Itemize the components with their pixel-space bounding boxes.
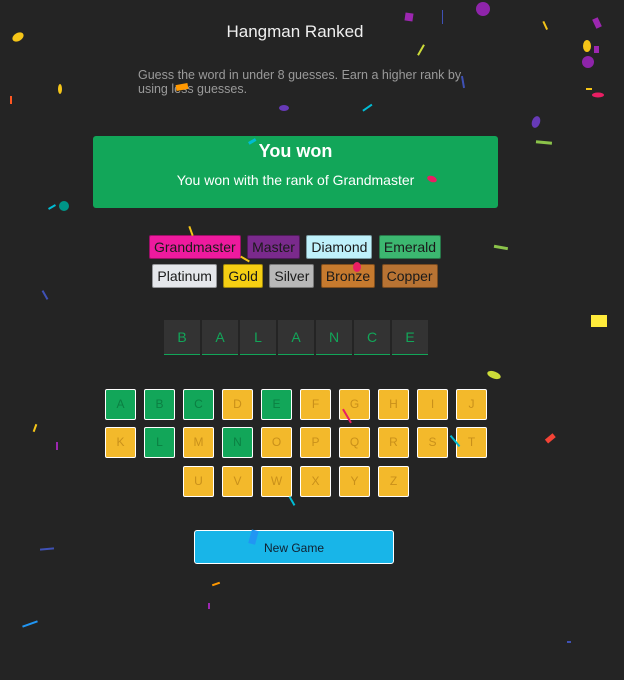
game-page: Hangman Ranked Guess the word in under 8… [0,0,624,680]
confetti-piece [208,603,210,609]
rank-badge: Bronze [320,264,376,288]
confetti-piece [59,201,69,211]
key-r[interactable]: R [378,427,409,458]
page-title: Hangman Ranked [226,22,364,41]
confetti-piece [22,620,38,628]
confetti-piece [591,315,607,327]
key-g[interactable]: G [339,389,370,420]
rank-badge: Emerald [378,235,442,259]
key-p[interactable]: P [300,427,331,458]
confetti-piece [487,370,501,380]
rank-badge: Gold [223,264,263,288]
confetti-piece [48,204,56,210]
word-letter: N [316,320,352,355]
confetti-piece [39,547,55,551]
key-l[interactable]: L [144,427,175,458]
rank-badge: Copper [381,264,438,288]
keyboard-row-2: K L M N O P Q R S T [105,427,495,458]
key-e[interactable]: E [261,389,292,420]
word-display: B A L A N C E [164,320,430,355]
confetti-piece [531,116,541,128]
new-game-button[interactable]: New Game [194,530,394,564]
key-f[interactable]: F [300,389,331,420]
word-letter: E [392,320,428,355]
rank-badge: Master [247,235,300,259]
rank-list-row-1: Grandmaster Master Diamond Emerald [0,235,590,259]
confetti-piece [567,641,571,643]
rank-badge: Silver [269,264,315,288]
confetti-piece [279,105,289,111]
key-a[interactable]: A [105,389,136,420]
key-t[interactable]: T [456,427,487,458]
key-v[interactable]: V [222,466,253,497]
key-z[interactable]: Z [378,466,409,497]
confetti-piece [476,2,490,16]
confetti-piece [544,433,556,444]
rank-list-row-2: Platinum Gold Silver Bronze Copper [0,264,590,288]
confetti-piece [586,88,592,90]
key-x[interactable]: X [300,466,331,497]
word-letter: A [278,320,314,355]
confetti-piece [404,12,414,22]
word-letter: A [202,320,238,355]
key-k[interactable]: K [105,427,136,458]
rank-badge: Grandmaster [148,235,241,259]
keyboard-row-1: A B C D E F G H I J [105,389,495,420]
confetti-piece [10,96,12,104]
key-s[interactable]: S [417,427,448,458]
confetti-piece [41,290,49,300]
confetti-piece [56,442,58,450]
key-h[interactable]: H [378,389,409,420]
keyboard-row-3: U V W X Y Z [183,466,417,497]
word-letter: B [164,320,200,355]
word-letter: C [354,320,390,355]
confetti-piece [211,581,221,587]
confetti-piece [594,46,599,53]
key-o[interactable]: O [261,427,292,458]
confetti-piece [362,103,373,112]
key-i[interactable]: I [417,389,448,420]
page-subtitle: Guess the word in under 8 guesses. Earn … [138,68,462,96]
confetti-piece [592,17,602,29]
rank-badge: Diamond [306,235,373,259]
key-j[interactable]: J [456,389,487,420]
key-w[interactable]: W [261,466,292,497]
confetti-piece [32,423,38,433]
confetti-piece [288,496,296,506]
confetti-piece [535,140,553,145]
key-b[interactable]: B [144,389,175,420]
word-letter: L [240,320,276,355]
result-message: You won with the rank of Grandmaster [176,172,415,188]
key-q[interactable]: Q [339,427,370,458]
key-d[interactable]: D [222,389,253,420]
key-m[interactable]: M [183,427,214,458]
result-heading: You won [258,141,333,161]
confetti-piece [417,44,425,56]
confetti-piece [592,92,604,98]
confetti-piece [582,56,594,68]
key-c[interactable]: C [183,389,214,420]
result-banner: You won You won with the rank of Grandma… [93,136,498,208]
key-y[interactable]: Y [339,466,370,497]
rank-badge: Platinum [152,264,217,288]
confetti-piece [58,84,62,94]
key-n[interactable]: N [222,427,253,458]
key-u[interactable]: U [183,466,214,497]
